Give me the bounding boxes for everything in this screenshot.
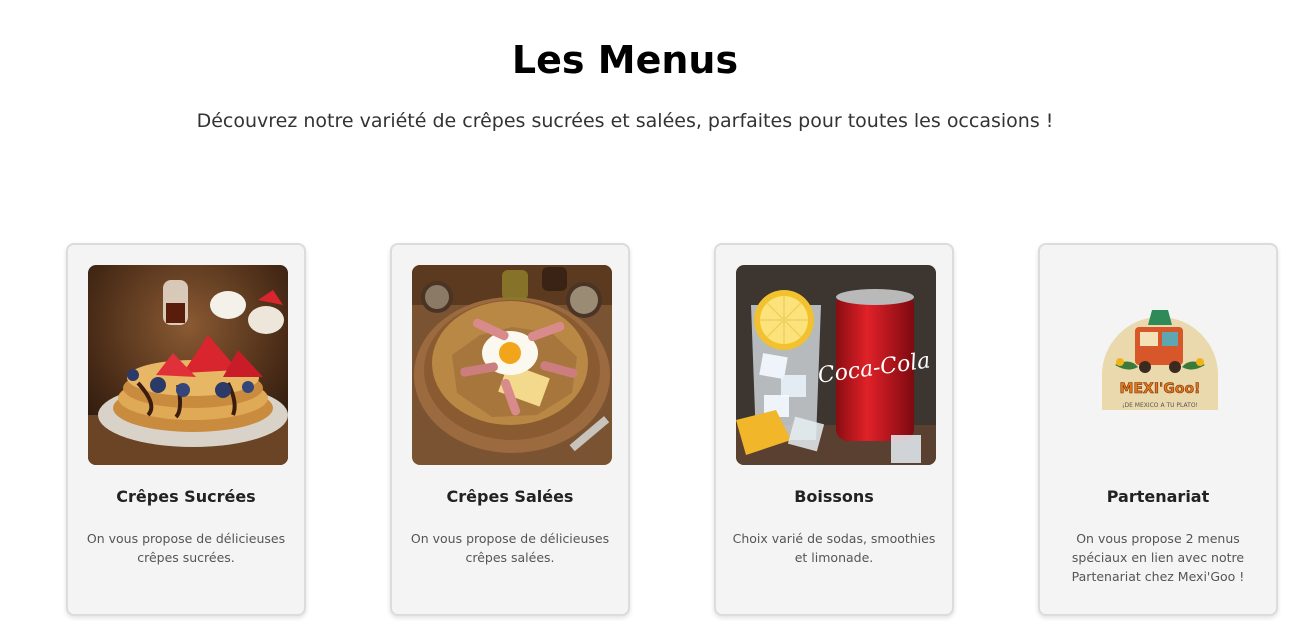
menu-card-partenariat[interactable]: MEXI'Goo! ¡DE MEXICO A TU PLATO! Partena… bbox=[1038, 243, 1278, 616]
card-title: Crêpes Salées bbox=[446, 487, 574, 506]
menus-page: Les Menus Découvrez notre variété de crê… bbox=[0, 0, 1303, 636]
sweet-crepes-image bbox=[88, 265, 288, 465]
logo-text: MEXI'Goo! bbox=[1120, 381, 1201, 397]
menu-card-crepes-sucrees[interactable]: Crêpes Sucrées On vous propose de délici… bbox=[66, 243, 306, 616]
card-description: On vous propose 2 menus spéciaux en lien… bbox=[1071, 531, 1245, 584]
drinks-image: Coca-Cola bbox=[736, 265, 936, 465]
menu-card-crepes-salees[interactable]: Crêpes Salées On vous propose de délicie… bbox=[390, 243, 630, 616]
card-description: On vous propose de délicieuses crêpes sa… bbox=[410, 531, 610, 565]
page-title: Les Menus bbox=[511, 38, 739, 82]
page-subtitle: Découvrez notre variété de crêpes sucrée… bbox=[196, 110, 1054, 132]
menu-card-boissons[interactable]: Coca-Cola Boissons Choix varié de sodas,… bbox=[714, 243, 954, 616]
card-title: Crêpes Sucrées bbox=[116, 487, 256, 506]
card-title: Partenariat bbox=[1106, 487, 1210, 506]
savory-crepe-image bbox=[412, 265, 612, 465]
logo-tagline: ¡DE MEXICO A TU PLATO! bbox=[1122, 402, 1198, 409]
mexigoo-logo-image: MEXI'Goo! ¡DE MEXICO A TU PLATO! bbox=[1060, 265, 1260, 465]
card-description: Choix varié de sodas, smoothies et limon… bbox=[732, 531, 936, 565]
card-title: Boissons bbox=[794, 487, 874, 506]
card-description: On vous propose de délicieuses crêpes su… bbox=[86, 531, 286, 565]
